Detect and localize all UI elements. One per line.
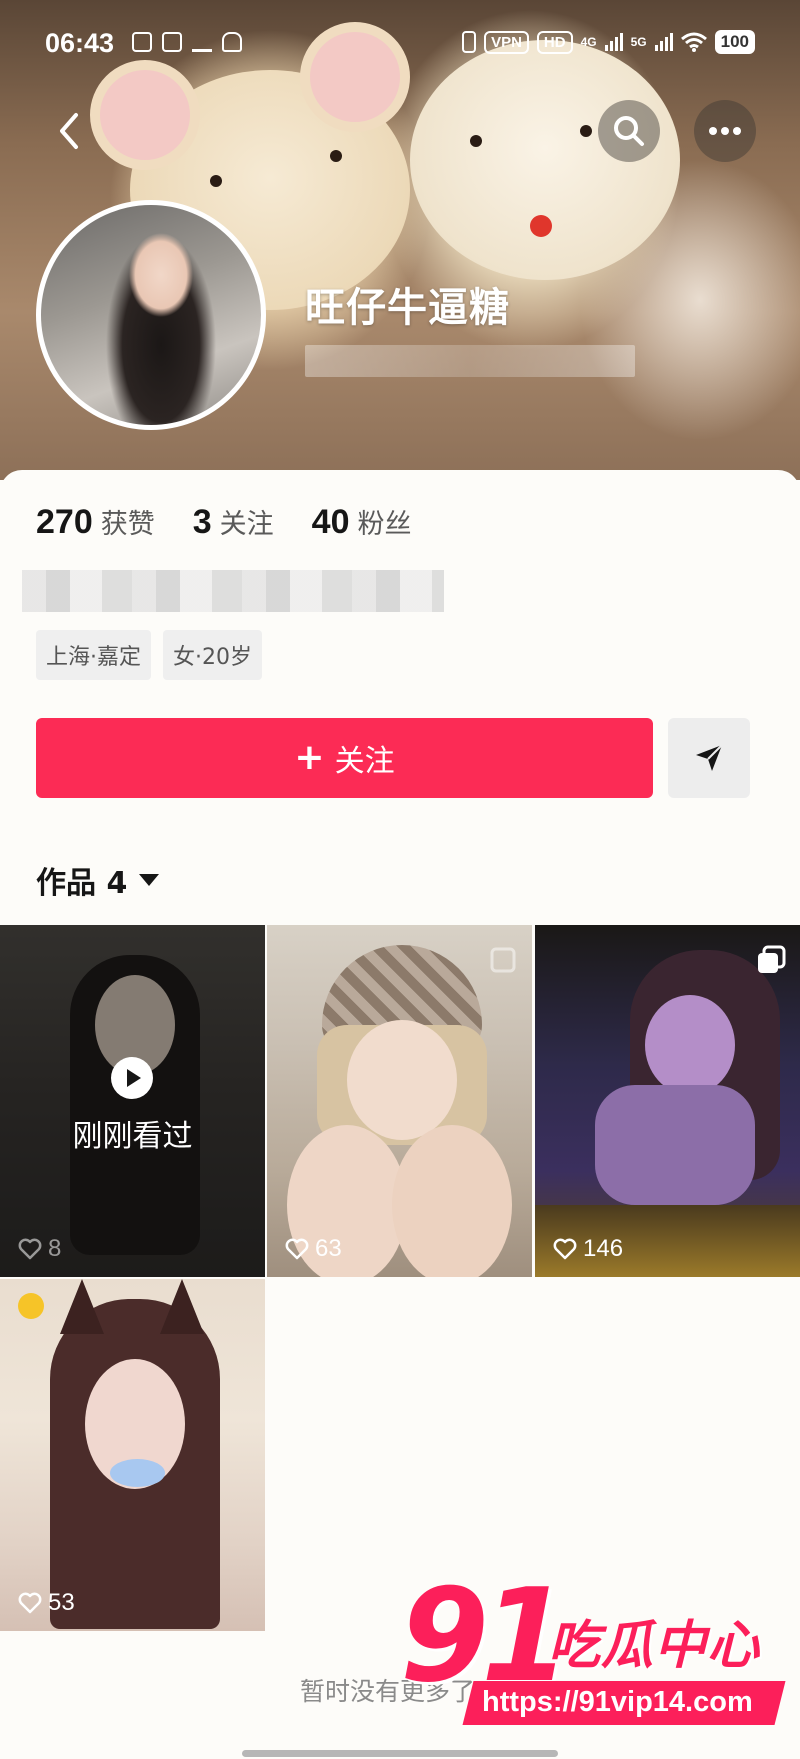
home-indicator[interactable] <box>242 1750 558 1757</box>
post-thumbnail-knee <box>392 1125 512 1277</box>
bear-eye <box>210 175 222 187</box>
fish-sticker <box>110 1459 165 1487</box>
gender-age-tag: 女·20岁 <box>163 630 262 680</box>
blurred-user-id <box>305 345 635 377</box>
watermark-brand: 吃瓜中心 <box>548 1616 761 1676</box>
multi-image-icon <box>490 947 516 973</box>
search-icon <box>614 116 644 146</box>
tab-works-label: 作品 4 <box>36 866 128 901</box>
following-label: 关注 <box>219 509 274 540</box>
app-notification-icon <box>132 32 152 52</box>
status-bar: 06:43 VPN HD 4G 5G 100 <box>0 22 800 66</box>
watched-overlay <box>0 925 265 1277</box>
back-button[interactable] <box>38 100 100 162</box>
bear-eye <box>580 125 592 137</box>
bear-bell <box>530 215 552 237</box>
more-dots-icon <box>709 127 741 135</box>
profile-stats: 270 获赞 3 关注 40 粉丝 <box>36 502 449 542</box>
tab-works[interactable]: 作品 4 <box>36 858 160 902</box>
status-indicators: VPN HD 4G 5G 100 <box>462 30 755 54</box>
chevron-left-icon <box>60 113 78 149</box>
battery-indicator: 100 <box>714 30 755 54</box>
follow-button[interactable]: + 关注 <box>36 718 653 798</box>
plus-icon: + <box>294 737 325 778</box>
emoji-sticker <box>18 1293 44 1319</box>
caret-down-icon <box>139 874 160 886</box>
post-likes-count: 146 <box>583 1235 624 1262</box>
location-tag: 上海·嘉定 <box>36 630 151 680</box>
status-time: 06:43 <box>45 28 115 58</box>
bear-eye <box>470 135 482 147</box>
post-thumbnail-face <box>645 995 735 1095</box>
post-likes: 8 <box>18 1235 61 1263</box>
heart-icon <box>553 1238 577 1260</box>
hd-badge: HD <box>536 30 573 54</box>
wifi-icon <box>680 32 707 52</box>
cat-ear <box>60 1279 104 1334</box>
multi-image-icon <box>758 945 786 973</box>
download-icon <box>192 32 212 52</box>
profile-header: 06:43 VPN HD 4G 5G 100 旺仔牛逼糖 <box>0 0 800 480</box>
clipboard-icon <box>162 32 182 52</box>
message-button[interactable] <box>668 718 750 798</box>
heart-icon <box>285 1238 309 1260</box>
following-count[interactable]: 3 <box>193 503 212 542</box>
android-icon <box>222 32 242 52</box>
post-likes: 146 <box>553 1235 623 1263</box>
search-button[interactable] <box>598 100 660 162</box>
post-tile[interactable]: 刚刚看过 8 <box>0 925 265 1277</box>
avatar[interactable] <box>36 200 266 430</box>
recently-watched-label: 刚刚看过 <box>72 1119 193 1154</box>
play-icon <box>111 1057 153 1099</box>
username: 旺仔牛逼糖 <box>305 285 510 331</box>
post-tile[interactable]: 63 <box>267 925 532 1277</box>
post-thumbnail-face <box>347 1020 457 1140</box>
post-tile[interactable]: 146 <box>535 925 800 1277</box>
blurred-bio <box>22 570 444 612</box>
followers-count[interactable]: 40 <box>312 503 350 542</box>
vpn-badge: VPN <box>484 30 529 54</box>
vibrate-icon <box>462 31 477 53</box>
post-likes: 63 <box>285 1235 342 1263</box>
post-likes-count: 63 <box>315 1235 342 1262</box>
follow-button-label: 关注 <box>334 744 395 779</box>
profile-tags: 上海·嘉定 女·20岁 <box>36 630 262 680</box>
post-tile[interactable]: 53 <box>0 1279 265 1631</box>
post-thumbnail-body <box>595 1085 755 1205</box>
network-5g-label: 5G <box>630 35 647 49</box>
post-likes-count: 53 <box>48 1589 75 1616</box>
watermark-url: https://91vip14.com <box>482 1686 753 1718</box>
more-button[interactable] <box>694 100 756 162</box>
heart-icon <box>18 1592 42 1614</box>
followers-label: 粉丝 <box>357 509 412 540</box>
likes-label: 获赞 <box>100 509 155 540</box>
likes-count[interactable]: 270 <box>36 503 93 542</box>
post-likes-count: 8 <box>48 1235 62 1262</box>
bear-ear <box>90 60 200 170</box>
post-likes: 53 <box>18 1589 75 1617</box>
bear-eye <box>330 150 342 162</box>
network-4g-label: 4G <box>580 35 597 49</box>
signal-icon <box>604 33 623 51</box>
watermark: 91 吃瓜中心 https://91vip14.com <box>400 1573 790 1735</box>
heart-icon <box>18 1238 42 1260</box>
signal-icon <box>654 33 673 51</box>
cat-ear <box>160 1279 204 1334</box>
notification-icons <box>132 32 242 52</box>
send-icon <box>696 744 723 771</box>
